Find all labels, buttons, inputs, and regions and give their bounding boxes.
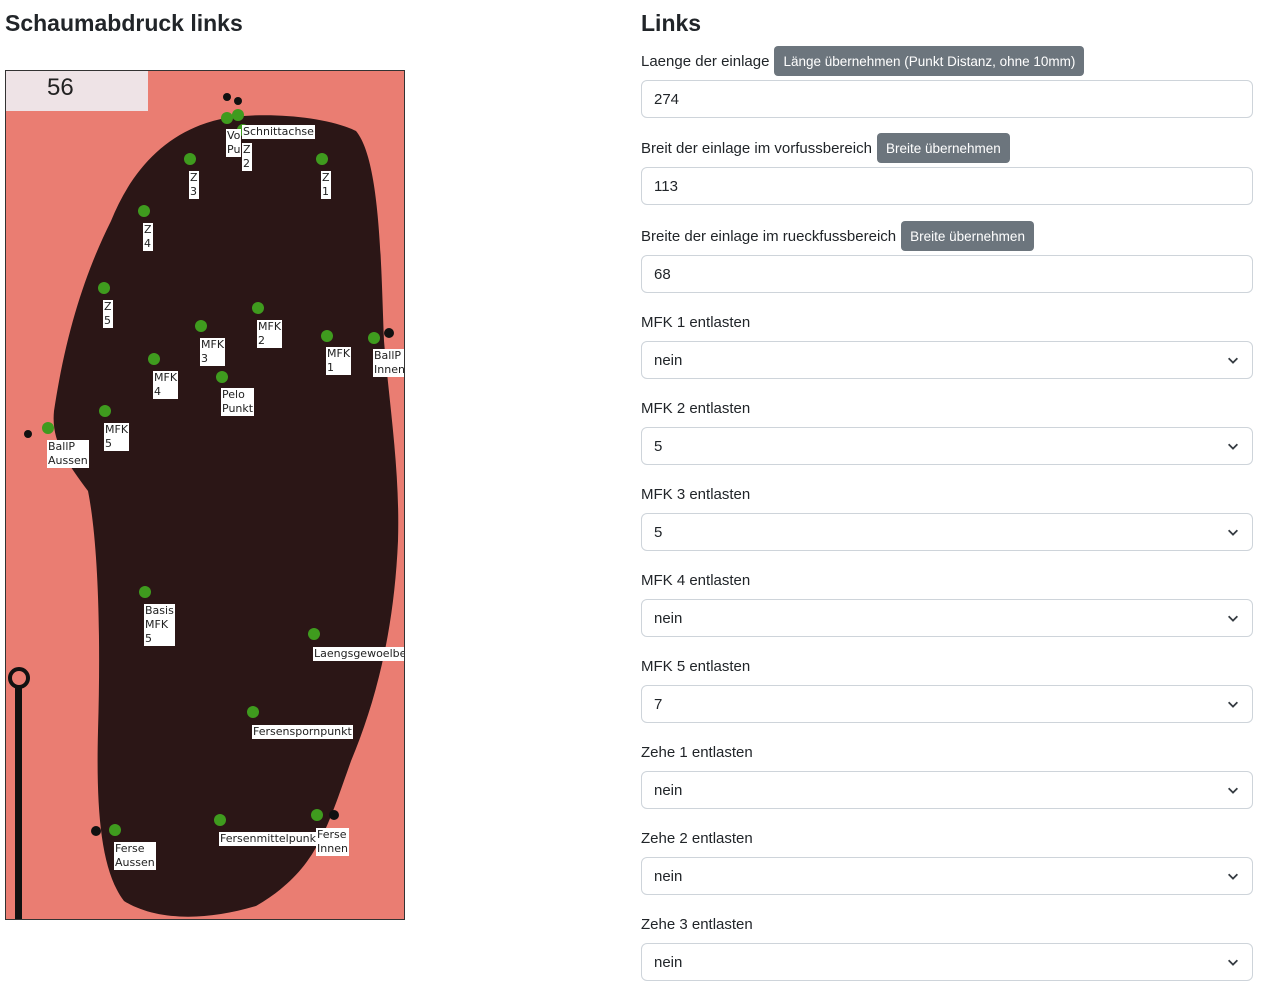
form-group-mfk4: MFK 4 entlasten nein bbox=[641, 564, 1253, 637]
chevron-down-icon bbox=[1228, 873, 1238, 880]
point-dot[interactable] bbox=[321, 330, 333, 342]
scan-number: 56 bbox=[47, 74, 74, 101]
form-group-mfk5: MFK 5 entlasten 7 bbox=[641, 650, 1253, 723]
label-vo-punkt: Vo Pu bbox=[226, 129, 242, 157]
point-dot[interactable] bbox=[99, 405, 111, 417]
page-title-right: Links bbox=[641, 10, 702, 36]
chevron-down-icon bbox=[1228, 959, 1238, 966]
chevron-down-icon bbox=[1228, 615, 1238, 622]
label-ballp-aussen: BallP Aussen bbox=[47, 440, 89, 468]
label-z4: Z 4 bbox=[143, 223, 153, 251]
point-dot[interactable] bbox=[368, 332, 380, 344]
label-mfk3: MFK 3 bbox=[200, 338, 226, 366]
point-dot[interactable] bbox=[139, 586, 151, 598]
laenge-uebernehmen-button[interactable]: Länge übernehmen (Punkt Distanz, ohne 10… bbox=[774, 46, 1085, 76]
zehe3-select[interactable]: nein bbox=[641, 943, 1253, 981]
label-fersenspornpunkt: Fersenspornpunkt bbox=[252, 725, 353, 739]
mfk1-label: MFK 1 entlasten bbox=[641, 313, 751, 331]
zehe1-select[interactable]: nein bbox=[641, 771, 1253, 809]
zehe3-value: nein bbox=[654, 953, 683, 971]
zehe1-label: Zehe 1 entlasten bbox=[641, 743, 753, 761]
zehe1-value: nein bbox=[654, 781, 683, 799]
form-group-zehe2: Zehe 2 entlasten nein bbox=[641, 822, 1253, 895]
mfk5-label: MFK 5 entlasten bbox=[641, 657, 751, 675]
mfk4-select[interactable]: nein bbox=[641, 599, 1253, 637]
point-dot[interactable] bbox=[308, 628, 320, 640]
breite-rueckfuss-input[interactable]: 68 bbox=[641, 255, 1253, 293]
chevron-down-icon bbox=[1228, 529, 1238, 536]
point-dot[interactable] bbox=[148, 353, 160, 365]
label-z3: Z 3 bbox=[189, 171, 199, 199]
breite-vorfuss-label: Breit der einlage im vorfussbereich bbox=[641, 139, 872, 157]
form-group-laenge: Laenge der einlage Länge übernehmen (Pun… bbox=[641, 45, 1253, 118]
point-dot[interactable] bbox=[216, 371, 228, 383]
zehe2-label: Zehe 2 entlasten bbox=[641, 829, 753, 847]
mfk3-value: 5 bbox=[654, 523, 663, 541]
breite-rueckfuss-uebernehmen-button[interactable]: Breite übernehmen bbox=[901, 221, 1034, 251]
foam-imprint-image: 56 Schnittachse Vo Pu Z 2 Z 3 Z 1 Z 4 Z … bbox=[5, 70, 405, 920]
label-ballp-innen: BallP Innen bbox=[373, 349, 405, 377]
label-z1: Z 1 bbox=[321, 171, 331, 199]
label-ferse-innen: Ferse Innen bbox=[316, 828, 349, 856]
point-dot[interactable] bbox=[109, 824, 121, 836]
point-dot[interactable] bbox=[316, 153, 328, 165]
form-group-mfk3: MFK 3 entlasten 5 bbox=[641, 478, 1253, 551]
chevron-down-icon bbox=[1228, 357, 1238, 364]
breite-rueckfuss-label: Breite der einlage im rueckfussbereich bbox=[641, 227, 897, 245]
point-dot[interactable] bbox=[195, 320, 207, 332]
mfk2-select[interactable]: 5 bbox=[641, 427, 1253, 465]
label-pelo-punkt: Pelo Punkt bbox=[221, 388, 255, 416]
label-mfk5: MFK 5 bbox=[104, 423, 130, 451]
form-group-mfk1: MFK 1 entlasten nein bbox=[641, 306, 1253, 379]
mfk2-label: MFK 2 entlasten bbox=[641, 399, 751, 417]
label-mfk2: MFK 2 bbox=[257, 320, 283, 348]
point-dot[interactable] bbox=[247, 706, 259, 718]
zehe2-value: nein bbox=[654, 867, 683, 885]
label-mfk4: MFK 4 bbox=[153, 371, 179, 399]
point-dot[interactable] bbox=[252, 302, 264, 314]
point-dot[interactable] bbox=[98, 282, 110, 294]
point-dot[interactable] bbox=[138, 205, 150, 217]
mfk5-select[interactable]: 7 bbox=[641, 685, 1253, 723]
page-title-left: Schaumabdruck links bbox=[5, 10, 243, 36]
label-fersenmittelpunkt: Fersenmittelpunkt bbox=[219, 832, 322, 846]
label-schnittachse: Schnittachse bbox=[242, 125, 315, 139]
label-z5: Z 5 bbox=[103, 300, 113, 328]
chevron-down-icon bbox=[1228, 787, 1238, 794]
laenge-label: Laenge der einlage bbox=[641, 52, 770, 70]
label-ferse-aussen: Ferse Aussen bbox=[114, 842, 156, 870]
zehe2-select[interactable]: nein bbox=[641, 857, 1253, 895]
breite-vorfuss-uebernehmen-button[interactable]: Breite übernehmen bbox=[876, 133, 1010, 163]
point-dot[interactable] bbox=[311, 809, 323, 821]
point-dot[interactable] bbox=[232, 109, 244, 121]
form-group-zehe1: Zehe 1 entlasten nein bbox=[641, 736, 1253, 809]
point-dot[interactable] bbox=[214, 814, 226, 826]
form-group-breite-vorfuss: Breit der einlage im vorfussbereich Brei… bbox=[641, 132, 1253, 205]
point-dot[interactable] bbox=[184, 153, 196, 165]
foam-imprint-svg bbox=[6, 71, 404, 919]
mfk4-value: nein bbox=[654, 609, 683, 627]
form-group-zehe3: Zehe 3 entlasten nein bbox=[641, 908, 1253, 981]
mfk1-value: nein bbox=[654, 351, 683, 369]
mfk3-label: MFK 3 entlasten bbox=[641, 485, 751, 503]
mfk5-value: 7 bbox=[654, 695, 663, 713]
breite-vorfuss-input[interactable]: 113 bbox=[641, 167, 1253, 205]
label-mfk1: MFK 1 bbox=[326, 347, 352, 375]
form-group-mfk2: MFK 2 entlasten 5 bbox=[641, 392, 1253, 465]
mfk2-value: 5 bbox=[654, 437, 663, 455]
mfk4-label: MFK 4 entlasten bbox=[641, 571, 751, 589]
label-basis-mfk5: Basis MFK 5 bbox=[144, 604, 175, 646]
label-z2: Z 2 bbox=[242, 143, 252, 171]
mfk3-select[interactable]: 5 bbox=[641, 513, 1253, 551]
label-laengsgewoelbe: Laengsgewoelbe bbox=[313, 647, 404, 661]
mfk1-select[interactable]: nein bbox=[641, 341, 1253, 379]
chevron-down-icon bbox=[1228, 443, 1238, 450]
chevron-down-icon bbox=[1228, 701, 1238, 708]
form-group-breite-rueckfuss: Breite der einlage im rueckfussbereich B… bbox=[641, 220, 1253, 293]
laenge-input[interactable]: 274 bbox=[641, 80, 1253, 118]
point-dot[interactable] bbox=[42, 422, 54, 434]
zehe3-label: Zehe 3 entlasten bbox=[641, 915, 753, 933]
